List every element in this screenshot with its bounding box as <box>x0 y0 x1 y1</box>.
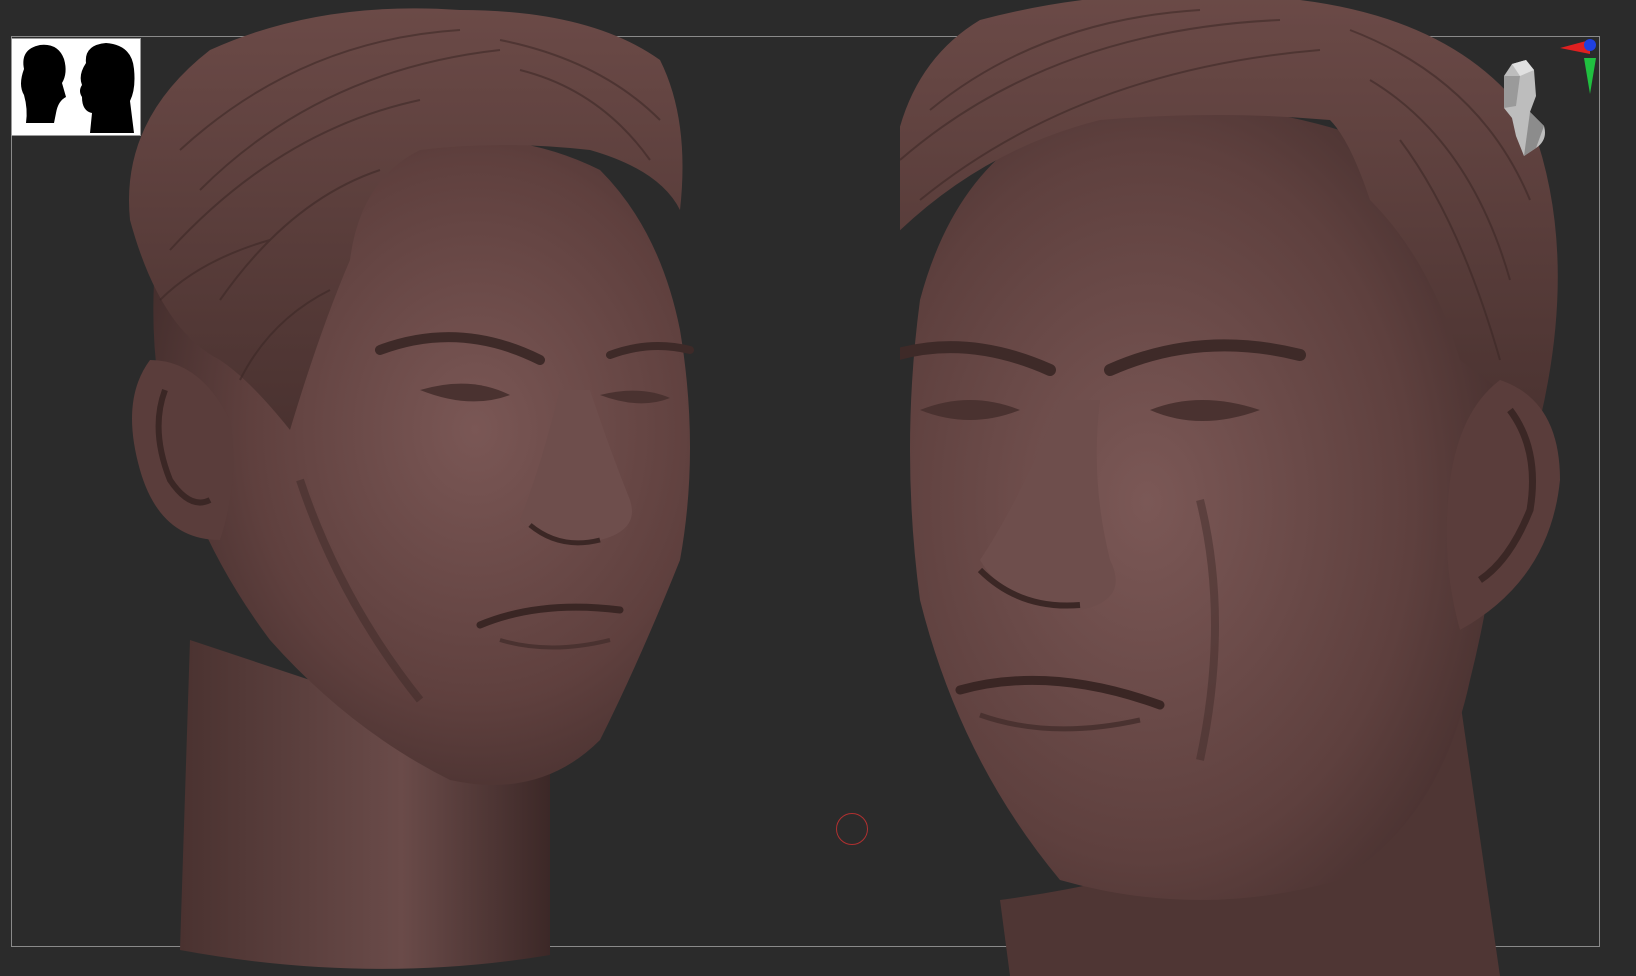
axis-gizmo-icon[interactable] <box>1560 39 1596 94</box>
sculpt-model-3-4-view[interactable] <box>120 0 730 976</box>
silhouette-thumbnail[interactable] <box>11 38 141 136</box>
head-silhouette-icon <box>21 43 135 133</box>
view-navigator[interactable] <box>1490 36 1600 166</box>
brush-cursor-icon <box>836 813 868 845</box>
head-navigator-icon <box>1504 39 1596 156</box>
sculpt-viewport[interactable] <box>0 0 1636 976</box>
